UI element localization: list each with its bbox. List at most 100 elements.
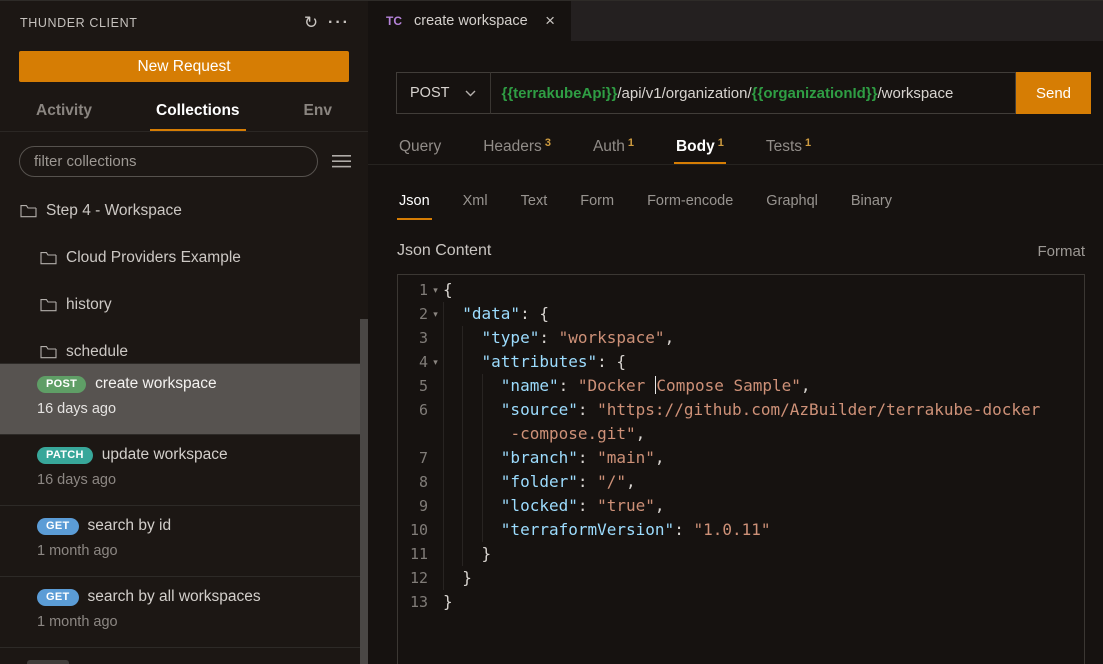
code-line: 10"terraformVersion": "1.0.11" xyxy=(398,518,1084,542)
line-number: 10 xyxy=(398,518,428,542)
request-item-top: GETsearch by id xyxy=(37,517,358,535)
tab-count-badge: 1 xyxy=(718,137,724,149)
sidebar-tab-activity[interactable]: Activity xyxy=(30,94,98,131)
code-token: , xyxy=(636,424,646,443)
code-token: , xyxy=(665,328,675,347)
body-tab-text[interactable]: Text xyxy=(519,189,550,220)
indent-guide xyxy=(443,446,462,470)
collection-folder[interactable]: Step 4 - Workspace xyxy=(0,187,368,234)
indent-guide xyxy=(443,542,462,566)
folder-icon xyxy=(20,204,37,218)
sidebar-scrollbar[interactable] xyxy=(360,319,368,664)
body-tab-json[interactable]: Json xyxy=(397,189,432,220)
filter-sort-icon[interactable] xyxy=(332,155,351,168)
sidebar-tab-collections[interactable]: Collections xyxy=(150,94,246,131)
tab-count-badge: 1 xyxy=(628,137,634,149)
line-number: 1 xyxy=(398,278,428,302)
indent-guide xyxy=(462,446,481,470)
url-segment: /workspace xyxy=(878,85,954,102)
chevron-down-icon xyxy=(465,90,476,97)
code-token: "terraformVersion" xyxy=(501,520,674,539)
code-line: 4▾"attributes": { xyxy=(398,350,1084,374)
folder-label: history xyxy=(66,296,112,314)
json-editor[interactable]: 1▾{2▾"data": {3"type": "workspace",4▾"at… xyxy=(397,274,1085,664)
collection-folder[interactable]: history xyxy=(0,281,368,328)
body-tab-form-encode[interactable]: Form-encode xyxy=(645,189,735,220)
more-options-icon[interactable]: ··· xyxy=(324,14,354,32)
tab-query[interactable]: Query xyxy=(397,132,443,164)
fold-gutter xyxy=(428,326,443,350)
partial-request-item xyxy=(0,647,368,664)
indent-guide xyxy=(443,494,462,518)
request-item-top: POSTcreate workspace xyxy=(37,375,358,393)
line-number: 11 xyxy=(398,542,428,566)
code-text: "locked": "true", xyxy=(443,494,665,518)
new-request-button[interactable]: New Request xyxy=(19,51,349,82)
indent-guide xyxy=(482,494,501,518)
request-item[interactable]: POSTcreate workspace16 days ago xyxy=(0,364,368,435)
sidebar-tab-env[interactable]: Env xyxy=(298,94,338,131)
indent-guide xyxy=(462,518,481,542)
code-token: { xyxy=(443,280,453,299)
tab-auth[interactable]: Auth1 xyxy=(591,132,636,164)
code-token: "attributes" xyxy=(482,352,598,371)
filter-collections-input[interactable] xyxy=(19,146,318,177)
tab-title: create workspace xyxy=(414,13,543,29)
code-token: "folder" xyxy=(501,472,578,491)
tab-label: Tests xyxy=(766,138,802,155)
request-list: POSTcreate workspace16 days agoPATCHupda… xyxy=(0,363,368,648)
code-token: : xyxy=(674,520,693,539)
collection-folder[interactable]: Cloud Providers Example xyxy=(0,234,368,281)
thunder-client-tab-icon: TC xyxy=(386,14,402,28)
tab-create-workspace[interactable]: TC create workspace × xyxy=(368,1,571,41)
line-number: 4 xyxy=(398,350,428,374)
fold-gutter xyxy=(428,542,443,566)
fold-arrow-icon: ▾ xyxy=(428,350,443,374)
body-content-header: Json Content Format xyxy=(397,242,1085,260)
code-text: "folder": "/", xyxy=(443,470,636,494)
fold-gutter xyxy=(428,398,443,422)
code-line: 5"name": "Docker Compose Sample", xyxy=(398,374,1084,398)
fold-gutter xyxy=(428,422,443,446)
sidebar-title: THUNDER CLIENT xyxy=(20,16,298,30)
indent-guide xyxy=(443,326,462,350)
code-token: , xyxy=(801,376,811,395)
send-button[interactable]: Send xyxy=(1016,72,1091,114)
body-tab-binary[interactable]: Binary xyxy=(849,189,894,220)
code-token: -compose.git" xyxy=(510,424,635,443)
request-item[interactable]: GETsearch by all workspaces1 month ago xyxy=(0,577,368,648)
code-text: "source": "https://github.com/AzBuilder/… xyxy=(443,398,1040,422)
code-token: : xyxy=(578,448,597,467)
url-input[interactable]: {{terrakubeApi}}/api/v1/organization/{{o… xyxy=(491,85,1015,102)
method-dropdown[interactable]: POST xyxy=(397,73,490,113)
body-tab-xml[interactable]: Xml xyxy=(461,189,490,220)
refresh-icon[interactable]: ↻ xyxy=(298,13,324,33)
editor-tabbar: TC create workspace × xyxy=(368,1,1103,41)
line-number: 5 xyxy=(398,374,428,398)
code-text: "type": "workspace", xyxy=(443,326,674,350)
indent-guide xyxy=(462,374,481,398)
tab-label: Auth xyxy=(593,138,625,155)
code-line: 6"source": "https://github.com/AzBuilder… xyxy=(398,398,1084,422)
tab-headers[interactable]: Headers3 xyxy=(481,132,553,164)
indent-guide xyxy=(462,470,481,494)
body-tab-form[interactable]: Form xyxy=(578,189,616,220)
tab-body[interactable]: Body1 xyxy=(674,132,726,164)
body-tab-graphql[interactable]: Graphql xyxy=(764,189,820,220)
code-token: "data" xyxy=(462,304,520,323)
line-number: 9 xyxy=(398,494,428,518)
indent-guide xyxy=(462,422,481,446)
request-item[interactable]: PATCHupdate workspace16 days ago xyxy=(0,435,368,506)
code-token: : xyxy=(578,496,597,515)
format-button[interactable]: Format xyxy=(1037,243,1085,260)
indent-guide xyxy=(443,518,462,542)
line-number: 7 xyxy=(398,446,428,470)
close-tab-icon[interactable]: × xyxy=(543,11,557,31)
request-label: search by id xyxy=(88,517,172,535)
code-token: "Docker xyxy=(578,376,655,395)
request-item[interactable]: GETsearch by id1 month ago xyxy=(0,506,368,577)
tab-tests[interactable]: Tests1 xyxy=(764,132,813,164)
code-text: } xyxy=(443,542,491,566)
indent-guide xyxy=(462,494,481,518)
collections-list: Step 4 - WorkspaceCloud Providers Exampl… xyxy=(0,187,368,375)
